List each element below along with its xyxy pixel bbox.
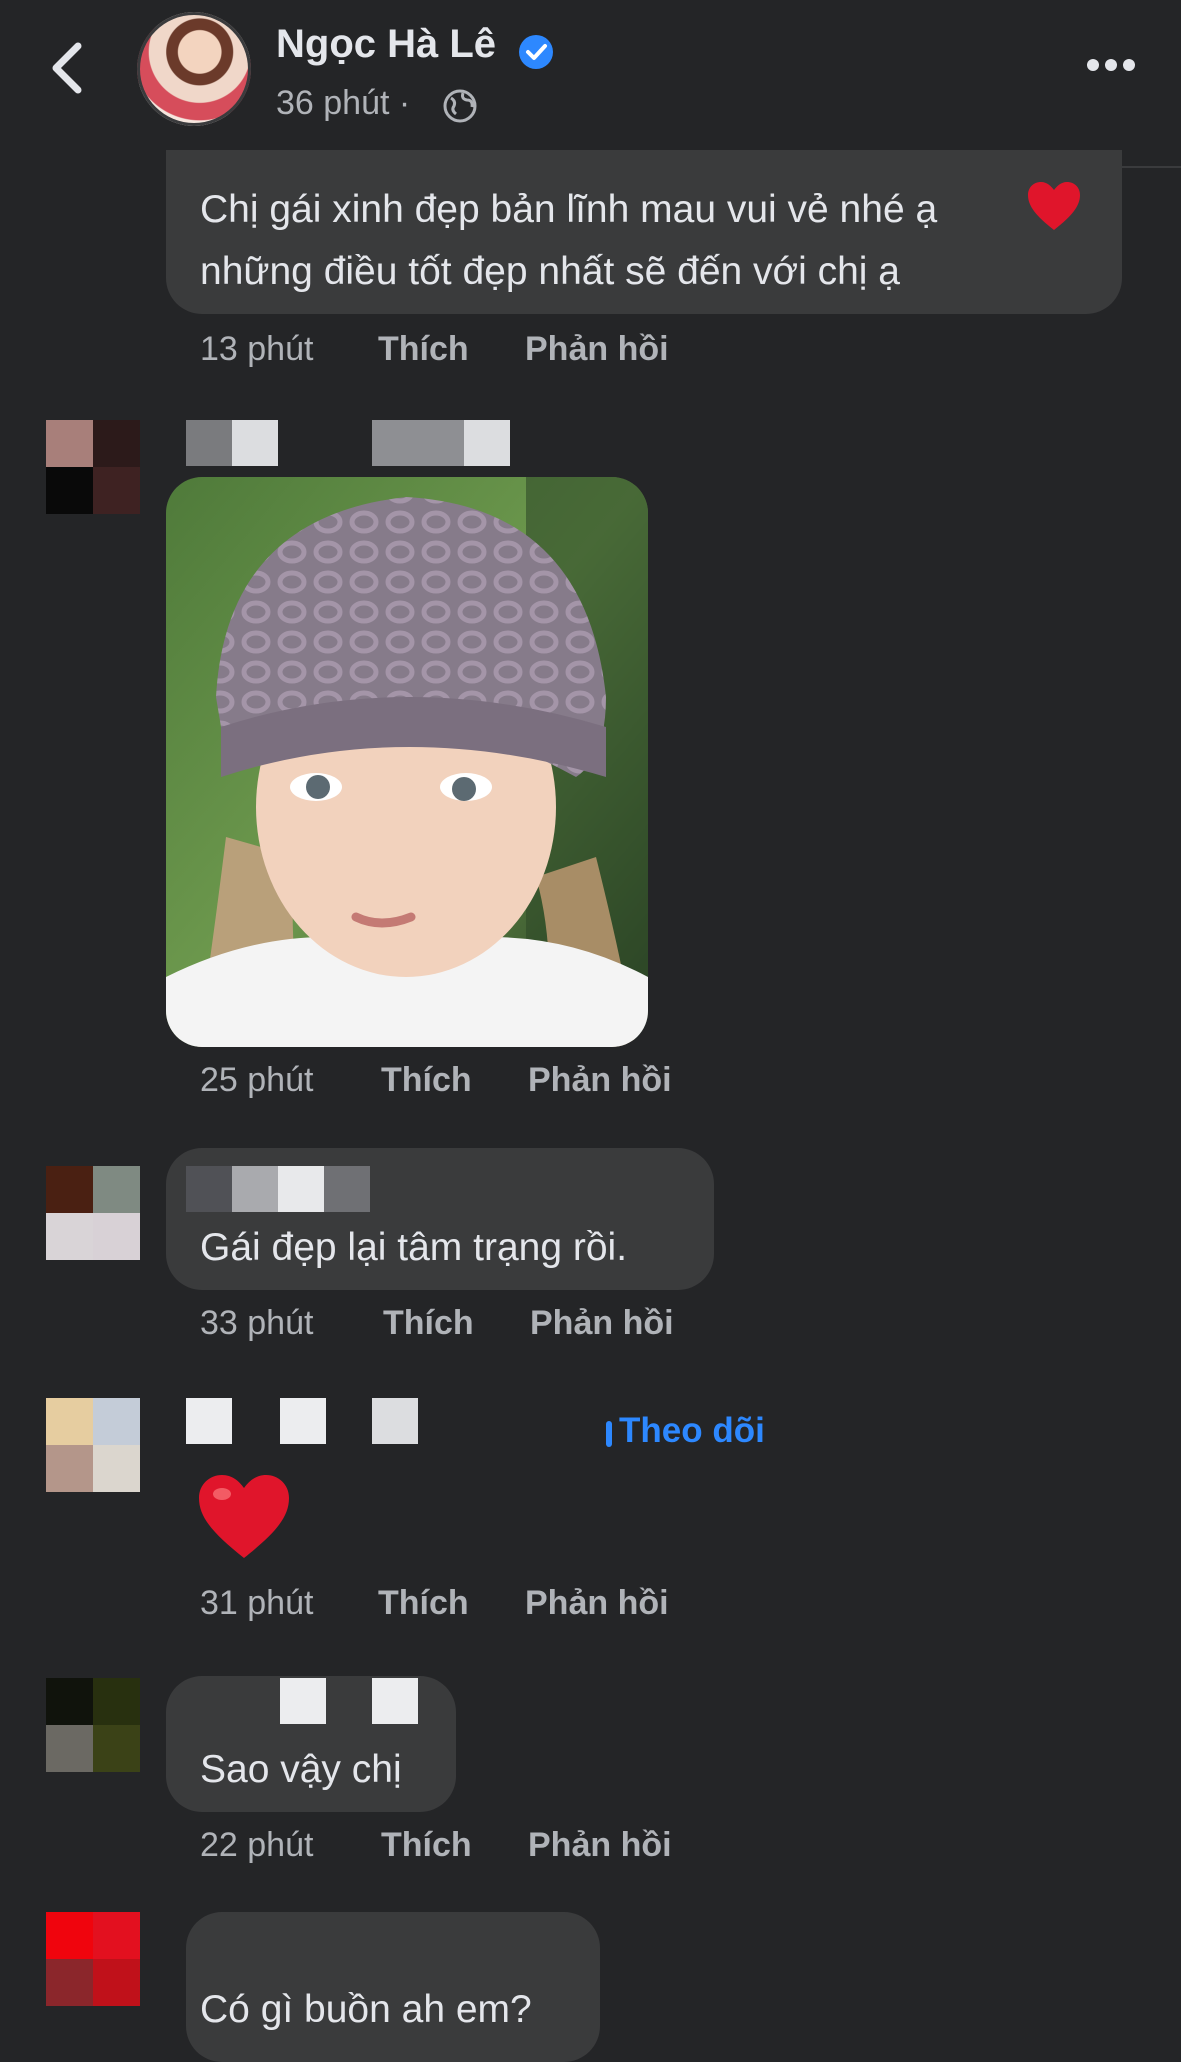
commenter-name-censored[interactable] — [280, 1678, 326, 1724]
commenter-avatar[interactable] — [46, 1166, 140, 1260]
commenter-avatar[interactable] — [46, 1912, 140, 2006]
comment-text: những điều tốt đẹp nhất sẽ đến với chị ạ — [200, 250, 901, 293]
commenter-name-censored[interactable] — [186, 1398, 232, 1444]
comment-text: Có gì buồn ah em? — [200, 1988, 532, 2031]
commenter-avatar[interactable] — [46, 420, 140, 514]
follow-button[interactable]: Theo dõi — [619, 1411, 765, 1451]
commenter-name-censored[interactable] — [372, 1398, 418, 1444]
post-time: 36 phút · — [276, 84, 411, 122]
heart-emoji-icon — [199, 1475, 289, 1558]
back-chevron-icon[interactable] — [48, 40, 88, 96]
comment-time: 31 phút — [200, 1584, 314, 1622]
verified-badge-icon — [519, 35, 553, 69]
reply-button[interactable]: Phản hồi — [525, 330, 669, 369]
commenter-name-censored[interactable] — [372, 1678, 418, 1724]
reply-button[interactable]: Phản hồi — [530, 1304, 674, 1343]
follow-marker — [606, 1421, 612, 1447]
reply-button[interactable]: Phản hồi — [525, 1584, 669, 1623]
globe-icon — [443, 89, 477, 123]
like-button[interactable]: Thích — [378, 1584, 469, 1623]
heart-emoji-icon — [1028, 182, 1080, 230]
commenter-name-censored[interactable] — [186, 1166, 370, 1212]
commenter-avatar[interactable] — [46, 1678, 140, 1772]
like-button[interactable]: Thích — [383, 1304, 474, 1343]
commenter-name-censored[interactable] — [186, 420, 278, 466]
author-name[interactable]: Ngọc Hà Lê — [276, 22, 496, 67]
comment-text: Gái đẹp lại tâm trạng rồi. — [200, 1226, 628, 1269]
like-button[interactable]: Thích — [381, 1826, 472, 1865]
author-avatar[interactable] — [137, 12, 251, 126]
like-button[interactable]: Thích — [381, 1061, 472, 1100]
commenter-avatar[interactable] — [46, 1398, 140, 1492]
comment-time: 13 phút — [200, 330, 314, 368]
comment-text: Sao vậy chị — [200, 1748, 402, 1791]
comment-time: 22 phút — [200, 1826, 314, 1864]
comment-photo[interactable] — [166, 477, 648, 1047]
commenter-name-censored[interactable] — [372, 420, 510, 466]
comment-text: Chị gái xinh đẹp bản lĩnh mau vui vẻ nhé… — [200, 188, 938, 231]
commenter-name-censored[interactable] — [280, 1398, 326, 1444]
reply-button[interactable]: Phản hồi — [528, 1061, 672, 1100]
reply-button[interactable]: Phản hồi — [528, 1826, 672, 1865]
comment-time: 25 phút — [200, 1061, 314, 1099]
like-button[interactable]: Thích — [378, 330, 469, 369]
more-options-icon[interactable] — [1086, 58, 1136, 72]
comment-time: 33 phút — [200, 1304, 314, 1342]
